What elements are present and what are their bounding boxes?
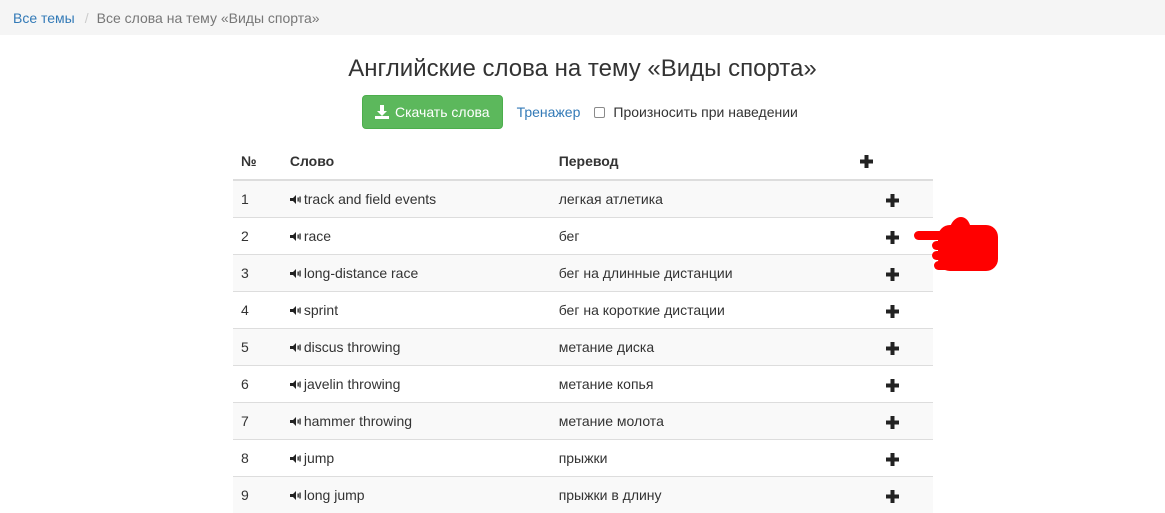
table-header-row: № Слово Перевод xyxy=(233,142,933,181)
plus-icon xyxy=(886,230,900,244)
row-word-cell: discus throwing xyxy=(281,328,551,366)
speaker-icon[interactable] xyxy=(289,487,301,503)
add-word-button[interactable] xyxy=(852,328,933,366)
plus-icon xyxy=(886,193,900,207)
speaker-icon[interactable] xyxy=(289,450,301,466)
plus-icon xyxy=(886,341,900,355)
trainer-link[interactable]: Тренажер xyxy=(517,104,581,120)
breadcrumb: Все темы / Все слова на тему «Виды спорта» xyxy=(0,0,1165,35)
breadcrumb-current: Все слова на тему «Виды спорта» xyxy=(96,10,320,26)
speaker-icon[interactable] xyxy=(289,413,301,429)
pronounce-on-hover-toggle[interactable]: Произносить при наведении xyxy=(594,104,798,120)
table-row: 8 jump прыжки xyxy=(233,439,933,477)
download-icon xyxy=(375,105,389,119)
row-translation: легкая атлетика xyxy=(550,179,853,218)
row-word: javelin throwing xyxy=(303,375,401,392)
add-word-button[interactable] xyxy=(852,365,933,403)
row-word: long jump xyxy=(303,486,365,503)
row-num: 1 xyxy=(233,179,282,218)
row-word: long-distance race xyxy=(303,264,419,281)
words-table: № Слово Перевод 1 track and field events л… xyxy=(233,142,933,513)
row-word-cell: sprint xyxy=(281,291,551,329)
row-word-cell: long jump xyxy=(281,476,551,513)
plus-icon xyxy=(860,155,874,169)
row-num: 7 xyxy=(233,402,282,440)
breadcrumb-separator: / xyxy=(84,10,89,26)
row-translation: метание копья xyxy=(550,365,853,403)
table-row: 5 discus throwing метание диска xyxy=(233,328,933,366)
speaker-icon[interactable] xyxy=(289,265,301,281)
row-word: discus throwing xyxy=(303,338,401,355)
header-num: № xyxy=(233,142,282,181)
row-translation: прыжки в длину xyxy=(550,476,853,513)
row-num: 6 xyxy=(233,365,282,403)
pointing-hand-icon xyxy=(910,211,1000,278)
plus-icon xyxy=(886,489,900,503)
row-translation: метание молота xyxy=(550,402,853,440)
row-word-cell: javelin throwing xyxy=(281,365,551,403)
row-word-cell: hammer throwing xyxy=(281,402,551,440)
speaker-icon[interactable] xyxy=(289,228,301,244)
header-word: Слово xyxy=(281,142,551,181)
row-num: 3 xyxy=(233,254,282,292)
row-word-cell: long-distance race xyxy=(281,254,551,292)
row-num: 5 xyxy=(233,328,282,366)
row-translation: прыжки xyxy=(550,439,853,477)
row-word-cell: race xyxy=(281,217,551,255)
add-word-button[interactable] xyxy=(852,476,933,513)
table-row: 7 hammer throwing метание молота xyxy=(233,402,933,440)
row-word: hammer throwing xyxy=(303,412,413,429)
row-word: sprint xyxy=(303,301,339,318)
table-row: 9 long jump прыжки в длину xyxy=(233,476,933,513)
row-word-cell: jump xyxy=(281,439,551,477)
row-num: 4 xyxy=(233,291,282,329)
add-word-button[interactable] xyxy=(852,291,933,329)
row-word-cell: track and field events xyxy=(281,179,551,218)
row-word: jump xyxy=(303,449,335,466)
row-translation: бег xyxy=(550,217,853,255)
download-words-button[interactable]: Скачать слова xyxy=(362,95,503,129)
plus-icon xyxy=(886,378,900,392)
table-row: 4 sprint бег на короткие дистации xyxy=(233,291,933,329)
pronounce-on-hover-label: Произносить при наведении xyxy=(613,104,798,120)
toolbar: Скачать слова Тренажер Произносить при н… xyxy=(362,95,798,129)
plus-icon xyxy=(886,304,900,318)
plus-icon xyxy=(886,452,900,466)
speaker-icon[interactable] xyxy=(289,376,301,392)
add-all-button[interactable] xyxy=(852,142,933,181)
speaker-icon[interactable] xyxy=(289,191,301,207)
table-row: 6 javelin throwing метание копья xyxy=(233,365,933,403)
pronounce-on-hover-checkbox[interactable] xyxy=(594,106,606,118)
row-num: 8 xyxy=(233,439,282,477)
row-num: 9 xyxy=(233,476,282,513)
row-translation: бег на короткие дистации xyxy=(550,291,853,329)
row-translation: метание диска xyxy=(550,328,853,366)
row-num: 2 xyxy=(233,217,282,255)
table-row: 1 track and field events легкая атлетика xyxy=(233,179,933,218)
plus-icon xyxy=(886,267,900,281)
download-words-label: Скачать слова xyxy=(395,104,490,120)
header-translation: Перевод xyxy=(550,142,853,181)
add-word-button[interactable] xyxy=(852,439,933,477)
table-row: 3 long-distance race бег на длинные дистан… xyxy=(233,254,933,292)
row-word: track and field events xyxy=(303,190,437,207)
speaker-icon[interactable] xyxy=(289,302,301,318)
add-word-button[interactable] xyxy=(852,402,933,440)
row-word: race xyxy=(303,227,332,244)
breadcrumb-all-topics-link[interactable]: Все темы xyxy=(13,10,75,26)
plus-icon xyxy=(886,415,900,429)
page-title: Английские слова на тему «Виды спорта» xyxy=(348,55,817,82)
speaker-icon[interactable] xyxy=(289,339,301,355)
table-row: 2 race бег xyxy=(233,217,933,255)
row-translation: бег на длинные дистанции xyxy=(550,254,853,292)
